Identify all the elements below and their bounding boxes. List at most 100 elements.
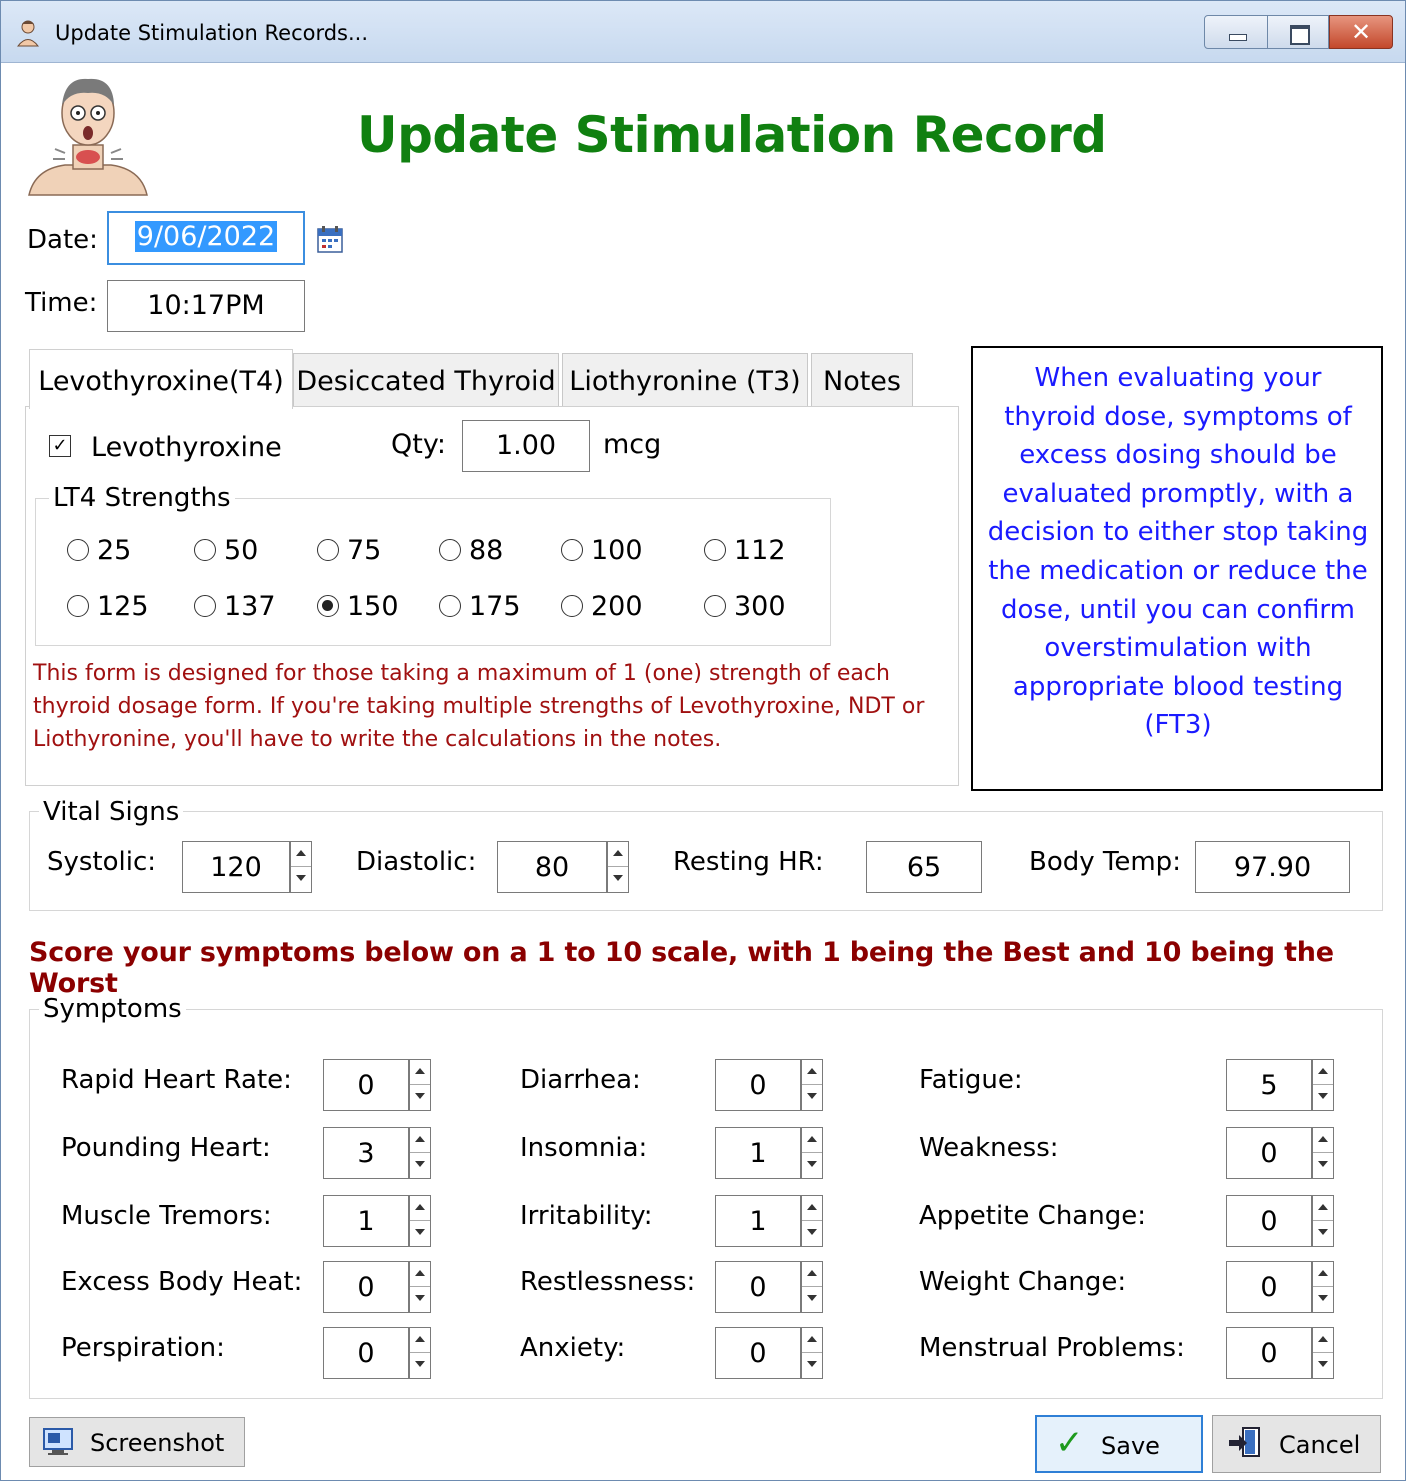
cancel-button[interactable]: Cancel <box>1212 1415 1381 1473</box>
symptom-score-input[interactable]: 0 <box>1226 1127 1312 1179</box>
spin-up-icon[interactable] <box>1313 1328 1333 1353</box>
symptom-score-spinner[interactable] <box>801 1127 823 1179</box>
qty-input[interactable]: 1.00 <box>462 420 590 472</box>
strength-radio-75[interactable]: 75 <box>317 535 381 566</box>
spin-down-icon[interactable] <box>802 1353 822 1378</box>
radio-circle-icon[interactable] <box>439 594 461 617</box>
systolic-spinner[interactable] <box>290 841 312 893</box>
tab-liothyronine[interactable]: Liothyronine (T3) <box>562 353 808 407</box>
radio-circle-icon[interactable] <box>561 538 583 561</box>
symptom-score-spinner[interactable] <box>1312 1327 1334 1379</box>
radio-circle-icon[interactable] <box>561 594 583 617</box>
spin-up-icon[interactable] <box>410 1262 430 1287</box>
symptom-score-spinner[interactable] <box>409 1059 431 1111</box>
tab-levothyroxine[interactable]: Levothyroxine(T4) <box>29 349 293 409</box>
spin-down-icon[interactable] <box>1313 1287 1333 1312</box>
symptom-score-input[interactable]: 1 <box>323 1195 409 1247</box>
radio-circle-icon[interactable] <box>317 594 339 617</box>
spin-up-icon[interactable] <box>410 1328 430 1353</box>
spin-up-icon[interactable] <box>1313 1060 1333 1085</box>
spin-up-icon[interactable] <box>1313 1262 1333 1287</box>
spin-up-icon[interactable] <box>802 1196 822 1221</box>
strength-radio-175[interactable]: 175 <box>439 591 521 622</box>
symptom-score-spinner[interactable] <box>801 1059 823 1111</box>
radio-circle-icon[interactable] <box>704 594 726 617</box>
spin-down-icon[interactable] <box>1313 1153 1333 1178</box>
strength-radio-150[interactable]: 150 <box>317 591 399 622</box>
spin-up-icon[interactable] <box>1313 1196 1333 1221</box>
close-button[interactable]: ✕ <box>1329 15 1393 49</box>
symptom-score-spinner[interactable] <box>801 1261 823 1313</box>
strength-radio-25[interactable]: 25 <box>67 535 131 566</box>
strength-radio-125[interactable]: 125 <box>67 591 149 622</box>
tab-notes[interactable]: Notes <box>811 353 913 407</box>
symptom-score-spinner[interactable] <box>409 1327 431 1379</box>
spin-up-icon[interactable] <box>410 1060 430 1085</box>
minimize-button[interactable] <box>1204 15 1268 49</box>
strength-radio-137[interactable]: 137 <box>194 591 276 622</box>
spin-down-icon[interactable] <box>1313 1221 1333 1246</box>
symptom-score-spinner[interactable] <box>1312 1127 1334 1179</box>
spin-up-icon[interactable] <box>802 1262 822 1287</box>
spin-down-icon[interactable] <box>608 867 628 892</box>
strength-radio-200[interactable]: 200 <box>561 591 643 622</box>
symptom-score-input[interactable]: 0 <box>715 1327 801 1379</box>
spin-down-icon[interactable] <box>1313 1085 1333 1110</box>
spin-up-icon[interactable] <box>802 1128 822 1153</box>
spin-up-icon[interactable] <box>608 842 628 867</box>
screenshot-button[interactable]: Screenshot <box>29 1417 245 1467</box>
spin-down-icon[interactable] <box>802 1287 822 1312</box>
spin-up-icon[interactable] <box>410 1128 430 1153</box>
strength-radio-88[interactable]: 88 <box>439 535 503 566</box>
radio-circle-icon[interactable] <box>194 594 216 617</box>
symptom-score-input[interactable]: 0 <box>323 1059 409 1111</box>
strength-radio-112[interactable]: 112 <box>704 535 786 566</box>
calendar-icon[interactable] <box>317 225 343 253</box>
spin-up-icon[interactable] <box>802 1328 822 1353</box>
symptom-score-spinner[interactable] <box>409 1261 431 1313</box>
body-temp-input[interactable]: 97.90 <box>1195 841 1350 893</box>
symptom-score-spinner[interactable] <box>409 1195 431 1247</box>
symptom-score-input[interactable]: 0 <box>323 1327 409 1379</box>
symptom-score-spinner[interactable] <box>801 1195 823 1247</box>
date-input[interactable]: 9/06/2022 <box>107 211 305 265</box>
spin-up-icon[interactable] <box>802 1060 822 1085</box>
radio-circle-icon[interactable] <box>194 538 216 561</box>
spin-down-icon[interactable] <box>410 1221 430 1246</box>
strength-radio-100[interactable]: 100 <box>561 535 643 566</box>
resting-hr-input[interactable]: 65 <box>866 841 982 893</box>
symptom-score-spinner[interactable] <box>1312 1195 1334 1247</box>
time-input[interactable]: 10:17PM <box>107 280 305 332</box>
spin-down-icon[interactable] <box>410 1287 430 1312</box>
symptom-score-spinner[interactable] <box>409 1127 431 1179</box>
diastolic-input[interactable]: 80 <box>497 841 607 893</box>
symptom-score-input[interactable]: 3 <box>323 1127 409 1179</box>
symptom-score-input[interactable]: 0 <box>1226 1327 1312 1379</box>
diastolic-spinner[interactable] <box>607 841 629 893</box>
levothyroxine-checkbox[interactable]: ✓ <box>49 435 71 457</box>
symptom-score-spinner[interactable] <box>801 1327 823 1379</box>
symptom-score-input[interactable]: 5 <box>1226 1059 1312 1111</box>
title-bar[interactable]: Update Stimulation Records... ✕ <box>1 1 1405 63</box>
radio-circle-icon[interactable] <box>67 594 89 617</box>
spin-down-icon[interactable] <box>1313 1353 1333 1378</box>
spin-up-icon[interactable] <box>410 1196 430 1221</box>
radio-circle-icon[interactable] <box>67 538 89 561</box>
maximize-button[interactable] <box>1267 15 1329 49</box>
spin-up-icon[interactable] <box>291 842 311 867</box>
radio-circle-icon[interactable] <box>704 538 726 561</box>
spin-down-icon[interactable] <box>802 1153 822 1178</box>
spin-down-icon[interactable] <box>291 867 311 892</box>
spin-down-icon[interactable] <box>802 1221 822 1246</box>
spin-down-icon[interactable] <box>410 1353 430 1378</box>
strength-radio-300[interactable]: 300 <box>704 591 786 622</box>
symptom-score-input[interactable]: 1 <box>715 1127 801 1179</box>
radio-circle-icon[interactable] <box>439 538 461 561</box>
symptom-score-input[interactable]: 0 <box>1226 1195 1312 1247</box>
spin-up-icon[interactable] <box>1313 1128 1333 1153</box>
symptom-score-input[interactable]: 0 <box>715 1059 801 1111</box>
symptom-score-spinner[interactable] <box>1312 1059 1334 1111</box>
spin-down-icon[interactable] <box>410 1153 430 1178</box>
radio-circle-icon[interactable] <box>317 538 339 561</box>
tab-desiccated-thyroid[interactable]: Desiccated Thyroid <box>293 353 559 407</box>
